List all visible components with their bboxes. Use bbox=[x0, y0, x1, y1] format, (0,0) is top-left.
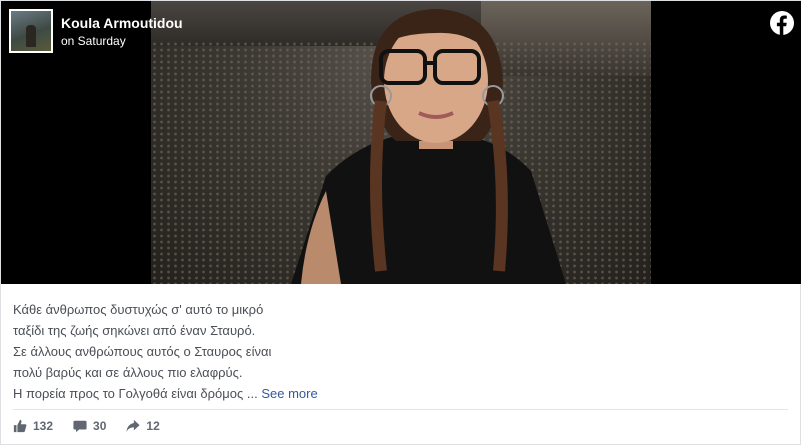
post-header: Koula Armoutidou on Saturday bbox=[9, 9, 183, 53]
divider bbox=[13, 409, 788, 410]
post-text-line: Η πορεία προς το Γολγοθά είναι δρόμος ..… bbox=[13, 386, 258, 401]
post-timestamp[interactable]: on Saturday bbox=[61, 34, 183, 49]
comment-count: 30 bbox=[93, 419, 107, 433]
like-button[interactable]: 132 bbox=[13, 419, 53, 433]
share-arrow-icon bbox=[126, 419, 140, 432]
facebook-post-embed: Koula Armoutidou on Saturday Κάθε άνθρωπ… bbox=[0, 0, 801, 445]
facebook-icon[interactable] bbox=[770, 11, 794, 35]
post-text: Κάθε άνθρωπος δυστυχώς σ' αυτό το μικρό … bbox=[13, 299, 713, 404]
thumbs-up-icon bbox=[13, 419, 27, 433]
share-count: 12 bbox=[146, 419, 160, 433]
photo-person bbox=[291, 9, 566, 284]
share-button[interactable]: 12 bbox=[126, 419, 160, 433]
post-photo[interactable] bbox=[151, 1, 651, 284]
post-text-line-last: Η πορεία προς το Γολγοθά είναι δρόμος ..… bbox=[13, 383, 713, 404]
post-text-line: Κάθε άνθρωπος δυστυχώς σ' αυτό το μικρό bbox=[13, 302, 264, 317]
avatar[interactable] bbox=[9, 9, 53, 53]
like-count: 132 bbox=[33, 419, 54, 433]
comment-button[interactable]: 30 bbox=[73, 419, 106, 433]
post-author[interactable]: Koula Armoutidou bbox=[61, 15, 183, 31]
post-stats-bar: 132 30 12 bbox=[13, 419, 180, 433]
post-text-line: ταξίδι της ζωής σηκώνει από έναν Σταυρό. bbox=[13, 323, 256, 338]
comment-icon bbox=[73, 420, 87, 433]
see-more-link[interactable]: See more bbox=[261, 386, 317, 401]
post-photo-area[interactable]: Koula Armoutidou on Saturday bbox=[1, 1, 801, 284]
post-text-line: Σε άλλους ανθρώπους αυτός ο Σταυρος είνα… bbox=[13, 344, 272, 359]
post-text-line: πολύ βαρύς και σε άλλους πιο ελαφρύς. bbox=[13, 365, 243, 380]
